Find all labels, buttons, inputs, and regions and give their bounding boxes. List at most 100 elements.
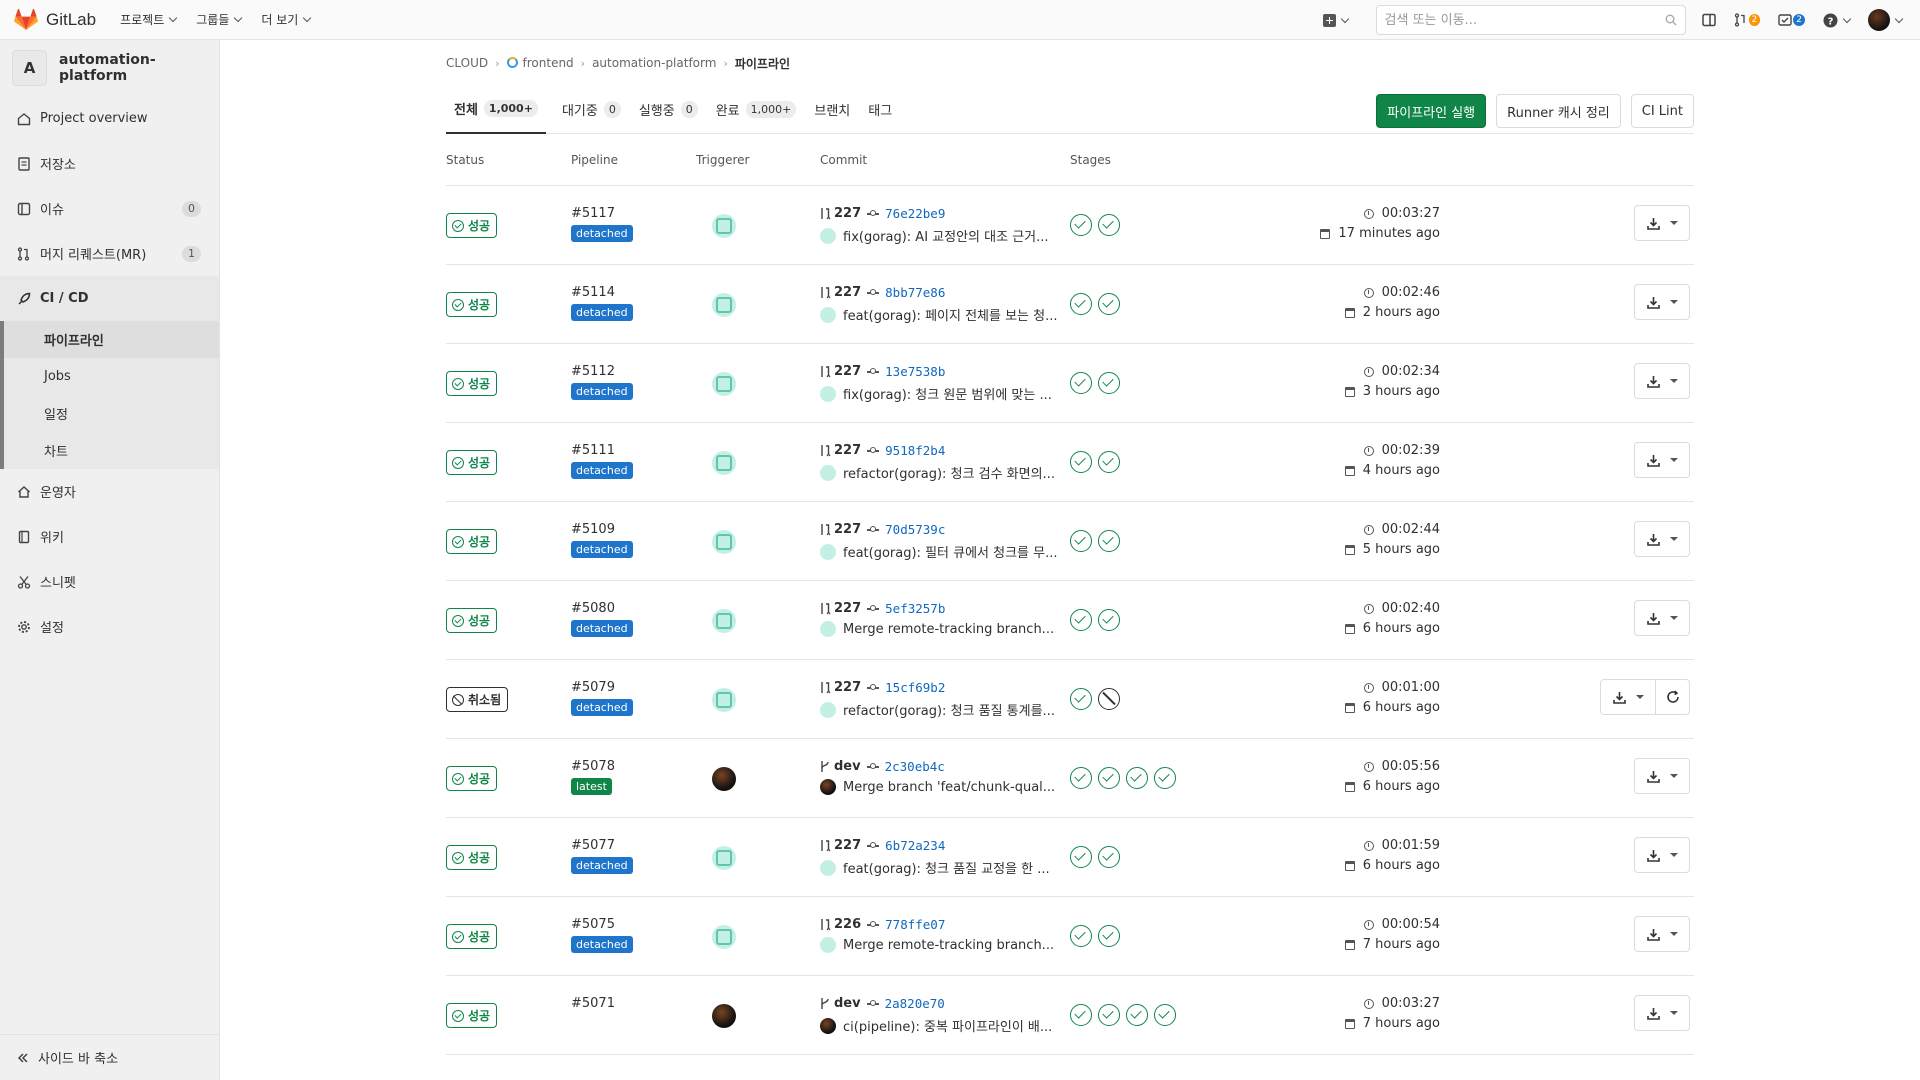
triggerer-avatar[interactable] bbox=[712, 609, 736, 633]
download-artifacts-dropdown[interactable] bbox=[1634, 600, 1690, 636]
sidebar-item-settings[interactable]: 설정 bbox=[0, 604, 219, 649]
status-badge[interactable]: 성공 bbox=[446, 371, 498, 396]
sidebar-toggle[interactable] bbox=[1701, 13, 1716, 27]
triggerer-avatar[interactable] bbox=[712, 372, 736, 396]
commit-sha-link[interactable]: 2c30eb4c bbox=[885, 759, 945, 774]
commit-sha-link[interactable]: 2a820e70 bbox=[885, 996, 945, 1011]
commit-sha-link[interactable]: 9518f2b4 bbox=[885, 443, 945, 458]
ref-link[interactable]: 227 bbox=[834, 364, 861, 379]
ref-link[interactable]: 226 bbox=[834, 917, 861, 932]
commit-title-link[interactable]: feat(gorag): 페이지 전체를 보는 청... bbox=[843, 305, 1058, 324]
download-artifacts-dropdown[interactable] bbox=[1634, 284, 1690, 320]
stage-passed-icon[interactable] bbox=[1098, 609, 1120, 631]
status-badge[interactable]: 성공 bbox=[446, 213, 498, 238]
status-badge[interactable]: 성공 bbox=[446, 924, 498, 949]
user-menu[interactable] bbox=[1868, 9, 1904, 31]
triggerer-avatar[interactable] bbox=[712, 530, 736, 554]
pipeline-id-link[interactable]: #5117 bbox=[571, 206, 615, 221]
more-menu[interactable]: 더 보기 bbox=[261, 11, 312, 28]
pipeline-id-link[interactable]: #5071 bbox=[571, 996, 615, 1011]
stage-passed-icon[interactable] bbox=[1070, 214, 1092, 236]
stage-passed-icon[interactable] bbox=[1154, 767, 1176, 789]
ref-link[interactable]: 227 bbox=[834, 522, 861, 537]
stage-passed-icon[interactable] bbox=[1098, 293, 1120, 315]
commit-title-link[interactable]: Merge remote-tracking branch... bbox=[843, 938, 1054, 953]
download-artifacts-dropdown[interactable] bbox=[1634, 837, 1690, 873]
download-artifacts-dropdown[interactable] bbox=[1634, 758, 1690, 794]
stage-passed-icon[interactable] bbox=[1070, 925, 1092, 947]
status-badge[interactable]: 성공 bbox=[446, 292, 498, 317]
tab-finished[interactable]: 완료 1,000+ bbox=[714, 86, 799, 134]
commit-sha-link[interactable]: 778ffe07 bbox=[885, 917, 945, 932]
status-badge[interactable]: 성공 bbox=[446, 608, 498, 633]
gitlab-home-link[interactable]: GitLab bbox=[14, 0, 96, 40]
ref-link[interactable]: 227 bbox=[834, 680, 861, 695]
stage-passed-icon[interactable] bbox=[1070, 767, 1092, 789]
sidebar-subitem-pipelines[interactable]: 파이프라인 bbox=[0, 321, 219, 358]
sidebar-subitem-jobs[interactable]: Jobs bbox=[0, 358, 219, 395]
status-badge[interactable]: 취소됨 bbox=[446, 687, 509, 712]
ref-link[interactable]: 227 bbox=[834, 443, 861, 458]
breadcrumb-item-cloud[interactable]: CLOUD bbox=[446, 56, 488, 70]
tab-branches[interactable]: 브랜치 bbox=[812, 86, 852, 134]
sidebar-item-wiki[interactable]: 위키 bbox=[0, 514, 219, 559]
triggerer-avatar[interactable] bbox=[712, 925, 736, 949]
pipeline-id-link[interactable]: #5112 bbox=[571, 364, 615, 379]
breadcrumb-item-pipelines[interactable]: 파이프라인 bbox=[735, 55, 790, 72]
status-badge[interactable]: 성공 bbox=[446, 1003, 498, 1028]
ref-link[interactable]: 227 bbox=[834, 601, 861, 616]
collapse-sidebar-button[interactable]: 사이드 바 축소 bbox=[0, 1034, 220, 1080]
sidebar-item-snippets[interactable]: 스니펫 bbox=[0, 559, 219, 604]
tab-running[interactable]: 실행중 0 bbox=[637, 86, 700, 134]
stage-passed-icon[interactable] bbox=[1098, 451, 1120, 473]
triggerer-avatar[interactable] bbox=[712, 846, 736, 870]
ref-link[interactable]: 227 bbox=[834, 206, 861, 221]
sidebar-project-header[interactable]: A automation-platform bbox=[0, 40, 219, 96]
stage-passed-icon[interactable] bbox=[1126, 1004, 1148, 1026]
status-badge[interactable]: 성공 bbox=[446, 845, 498, 870]
ref-link[interactable]: 227 bbox=[834, 838, 861, 853]
stage-passed-icon[interactable] bbox=[1098, 530, 1120, 552]
triggerer-avatar[interactable] bbox=[712, 1004, 736, 1028]
clear-runner-cache-button[interactable]: Runner 캐시 정리 bbox=[1496, 94, 1621, 128]
status-badge[interactable]: 성공 bbox=[446, 766, 498, 791]
ref-link[interactable]: dev bbox=[834, 759, 861, 774]
download-artifacts-dropdown[interactable] bbox=[1634, 995, 1690, 1031]
sidebar-item-cicd[interactable]: CI / CD bbox=[0, 276, 219, 321]
commit-title-link[interactable]: refactor(gorag): 청크 품질 통계를... bbox=[843, 700, 1055, 719]
download-artifacts-dropdown[interactable] bbox=[1634, 916, 1690, 952]
todos-link[interactable]: 2 bbox=[1778, 13, 1805, 27]
pipeline-id-link[interactable]: #5078 bbox=[571, 759, 615, 774]
commit-sha-link[interactable]: 15cf69b2 bbox=[885, 680, 945, 695]
breadcrumb-item-frontend[interactable]: frontend bbox=[506, 56, 574, 70]
projects-menu[interactable]: 프로젝트 bbox=[120, 11, 178, 28]
ci-lint-button[interactable]: CI Lint bbox=[1630, 94, 1694, 128]
triggerer-avatar[interactable] bbox=[712, 688, 736, 712]
stage-passed-icon[interactable] bbox=[1098, 767, 1120, 789]
status-badge[interactable]: 성공 bbox=[446, 450, 498, 475]
download-artifacts-dropdown[interactable] bbox=[1634, 205, 1690, 241]
stage-passed-icon[interactable] bbox=[1154, 1004, 1176, 1026]
commit-sha-link[interactable]: 8bb77e86 bbox=[885, 285, 945, 300]
commit-title-link[interactable]: feat(gorag): 필터 큐에서 청크를 무... bbox=[843, 542, 1058, 561]
status-badge[interactable]: 성공 bbox=[446, 529, 498, 554]
commit-title-link[interactable]: feat(gorag): 청크 품질 교정을 한 ... bbox=[843, 858, 1050, 877]
ref-link[interactable]: dev bbox=[834, 996, 861, 1011]
stage-passed-icon[interactable] bbox=[1098, 925, 1120, 947]
pipeline-id-link[interactable]: #5114 bbox=[571, 285, 615, 300]
triggerer-avatar[interactable] bbox=[712, 214, 736, 238]
commit-sha-link[interactable]: 70d5739c bbox=[885, 522, 945, 537]
stage-passed-icon[interactable] bbox=[1098, 214, 1120, 236]
sidebar-item-operations[interactable]: 운영자 bbox=[0, 469, 219, 514]
tab-pending[interactable]: 대기중 0 bbox=[560, 86, 623, 134]
download-artifacts-dropdown[interactable] bbox=[1634, 363, 1690, 399]
commit-sha-link[interactable]: 6b72a234 bbox=[885, 838, 945, 853]
groups-menu[interactable]: 그룹들 bbox=[196, 11, 243, 28]
stage-passed-icon[interactable] bbox=[1070, 846, 1092, 868]
sidebar-item-project-overview[interactable]: Project overview bbox=[0, 96, 219, 141]
download-artifacts-dropdown[interactable] bbox=[1634, 521, 1690, 557]
stage-passed-icon[interactable] bbox=[1070, 372, 1092, 394]
stage-passed-icon[interactable] bbox=[1098, 372, 1120, 394]
triggerer-avatar[interactable] bbox=[712, 293, 736, 317]
stage-passed-icon[interactable] bbox=[1070, 1004, 1092, 1026]
